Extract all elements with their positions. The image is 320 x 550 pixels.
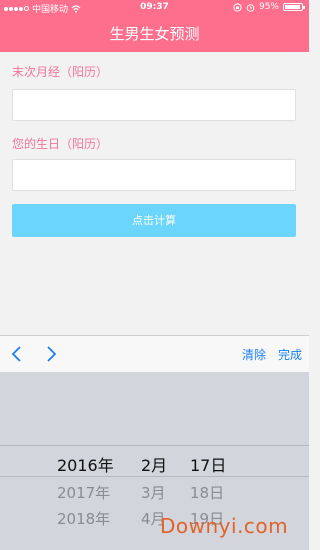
birthday-label: 您的生日（阳历） xyxy=(12,137,109,151)
status-right: 95% xyxy=(233,2,305,12)
battery-icon xyxy=(283,3,305,11)
alarm-icon xyxy=(246,3,255,12)
calculate-button[interactable]: 点击计算 xyxy=(12,204,296,237)
birthday-input[interactable] xyxy=(12,159,296,191)
chevron-right-icon[interactable] xyxy=(44,345,58,363)
form-area: 末次月经（阳历） 您的生日（阳历） 点击计算 xyxy=(0,52,309,335)
last-period-input[interactable] xyxy=(12,89,296,121)
picker-year[interactable]: 2017年 xyxy=(57,482,110,503)
page-title: 生男生女预测 xyxy=(109,25,200,43)
clear-button[interactable]: 清除 xyxy=(242,346,266,363)
orientation-lock-icon xyxy=(233,2,242,12)
picker-year[interactable]: 2018年 xyxy=(57,508,110,529)
picker-day[interactable]: 17日 xyxy=(190,452,226,476)
picker-month[interactable]: 3月 xyxy=(141,482,166,503)
battery-fill xyxy=(285,5,301,9)
picker-month[interactable]: 2月 xyxy=(141,452,167,476)
selection-top-line xyxy=(0,445,309,446)
picker-row-selected[interactable]: 2016年 2月 17日 xyxy=(0,452,309,480)
nav-bar: 生男生女预测 xyxy=(0,16,309,52)
chevron-left-icon[interactable] xyxy=(10,345,24,363)
picker-day[interactable]: 18日 xyxy=(190,482,224,503)
picker-year[interactable]: 2016年 xyxy=(57,452,114,476)
battery-percent: 95% xyxy=(258,2,279,12)
last-period-label: 末次月经（阳历） xyxy=(12,65,109,79)
done-button[interactable]: 完成 xyxy=(278,346,302,363)
watermark: Downyi.com xyxy=(160,514,289,538)
status-bar: 中国移动 09:37 95% xyxy=(0,0,309,16)
picker-row[interactable]: 2017年 3月 18日 xyxy=(0,482,309,510)
picker-toolbar: 清除 完成 xyxy=(0,335,309,372)
